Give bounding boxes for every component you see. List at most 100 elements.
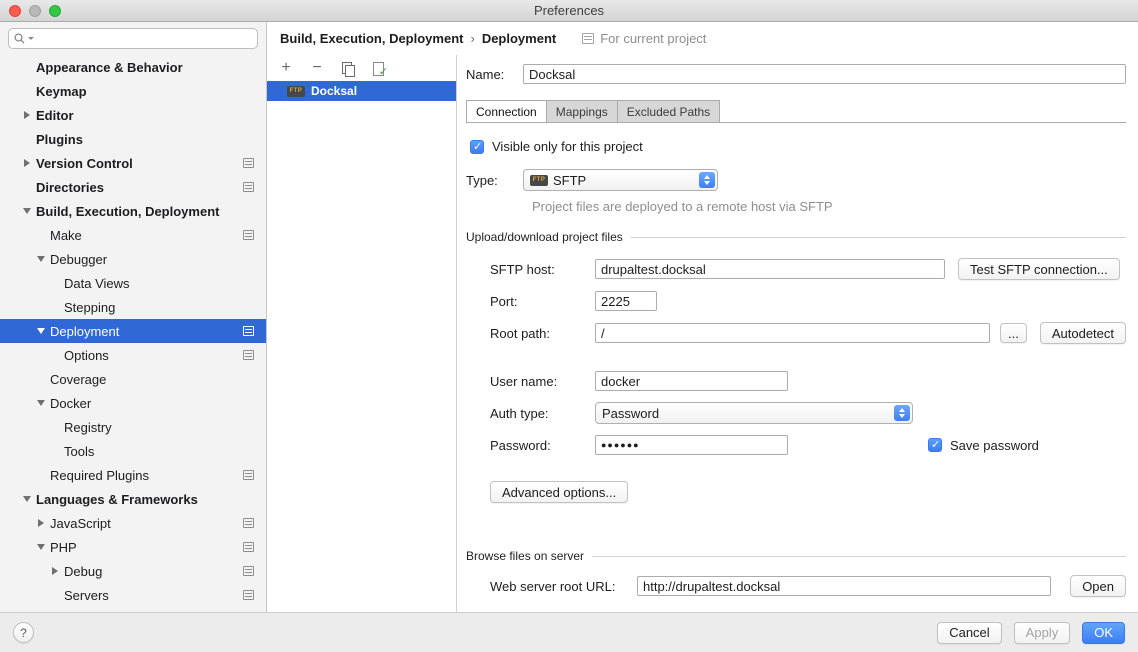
save-password-checkbox[interactable] <box>928 438 942 452</box>
sidebar-item-appearance-behavior[interactable]: Appearance & Behavior <box>0 55 266 79</box>
sidebar-item-plugins[interactable]: Plugins <box>0 127 266 151</box>
sidebar-item-registry[interactable]: Registry <box>0 415 266 439</box>
upload-section-header: Upload/download project files <box>466 230 1126 244</box>
open-button[interactable]: Open <box>1070 575 1126 597</box>
apply-button[interactable]: Apply <box>1014 622 1071 644</box>
sidebar-item-label: PHP <box>50 540 77 555</box>
sidebar-item-label: Plugins <box>36 132 83 147</box>
chevron-down-icon[interactable] <box>32 328 50 334</box>
dropdown-stepper-icon <box>894 405 910 421</box>
sidebar-item-editor[interactable]: Editor <box>0 103 266 127</box>
ok-button[interactable]: OK <box>1082 622 1125 644</box>
name-label: Name: <box>466 67 523 82</box>
chevron-down-icon[interactable] <box>18 208 36 214</box>
search-icon <box>14 33 25 44</box>
sidebar-item-version-control[interactable]: Version Control <box>0 151 266 175</box>
port-field[interactable] <box>595 291 657 311</box>
search-options-caret-icon[interactable] <box>28 37 34 40</box>
sidebar-item-label: Editor <box>36 108 74 123</box>
use-as-default-button[interactable] <box>370 59 388 77</box>
sidebar-item-debugger[interactable]: Debugger <box>0 247 266 271</box>
type-label: Type: <box>466 173 523 188</box>
current-project-label: For current project <box>600 31 706 46</box>
sidebar-item-data-views[interactable]: Data Views <box>0 271 266 295</box>
web-root-field[interactable] <box>637 576 1051 596</box>
user-name-field[interactable] <box>595 371 788 391</box>
sidebar-item-deployment[interactable]: Deployment <box>0 319 266 343</box>
zoom-window-button[interactable] <box>49 5 61 17</box>
remove-server-button[interactable]: − <box>308 59 326 77</box>
visible-only-checkbox[interactable] <box>470 140 484 154</box>
sidebar-item-label: Deployment <box>50 324 119 339</box>
user-name-label: User name: <box>490 374 595 389</box>
sidebar-item-php[interactable]: PHP <box>0 535 266 559</box>
sidebar-item-required-plugins[interactable]: Required Plugins <box>0 463 266 487</box>
sidebar-item-label: Make <box>50 228 82 243</box>
type-help-text: Project files are deployed to a remote h… <box>532 199 1126 214</box>
sidebar-item-servers[interactable]: Servers <box>0 583 266 607</box>
tab-excluded-paths[interactable]: Excluded Paths <box>617 100 720 122</box>
sidebar-item-label: Required Plugins <box>50 468 149 483</box>
project-settings-icon <box>243 326 254 336</box>
sftp-host-field[interactable] <box>595 259 945 279</box>
type-dropdown[interactable]: FTP SFTP <box>523 169 718 191</box>
sidebar-item-make[interactable]: Make <box>0 223 266 247</box>
chevron-down-icon[interactable] <box>32 544 50 550</box>
sidebar-item-label: Build, Execution, Deployment <box>36 204 219 219</box>
use-as-default-icon <box>373 62 385 75</box>
settings-search-box[interactable] <box>8 28 258 49</box>
sidebar-item-tools[interactable]: Tools <box>0 439 266 463</box>
sidebar-item-docker[interactable]: Docker <box>0 391 266 415</box>
sidebar-item-coverage[interactable]: Coverage <box>0 367 266 391</box>
password-label: Password: <box>490 438 595 453</box>
browse-root-path-button[interactable]: ... <box>1000 323 1027 343</box>
deployment-servers-panel: + − FTP Docksal <box>267 55 457 612</box>
chevron-down-icon[interactable] <box>32 256 50 262</box>
minimize-window-button[interactable] <box>29 5 41 17</box>
sftp-server-icon: FTP <box>287 86 305 97</box>
copy-server-button[interactable] <box>339 59 357 77</box>
auth-type-dropdown[interactable]: Password <box>595 402 913 424</box>
add-server-button[interactable]: + <box>277 59 295 77</box>
titlebar: Preferences <box>0 0 1138 22</box>
project-settings-icon <box>243 566 254 576</box>
chevron-right-icon[interactable] <box>32 519 50 527</box>
server-list: FTP Docksal <box>267 81 456 612</box>
test-sftp-connection-button[interactable]: Test SFTP connection... <box>958 258 1120 280</box>
chevron-down-icon[interactable] <box>18 496 36 502</box>
sidebar-item-build-execution-deployment[interactable]: Build, Execution, Deployment <box>0 199 266 223</box>
sidebar-item-stepping[interactable]: Stepping <box>0 295 266 319</box>
help-button[interactable]: ? <box>13 622 34 643</box>
close-window-button[interactable] <box>9 5 21 17</box>
sidebar-item-debug[interactable]: Debug <box>0 559 266 583</box>
search-input[interactable] <box>37 32 252 46</box>
cancel-button[interactable]: Cancel <box>937 622 1001 644</box>
sidebar-item-javascript[interactable]: JavaScript <box>0 511 266 535</box>
sidebar-item-label: Registry <box>64 420 112 435</box>
servers-toolbar: + − <box>267 55 456 81</box>
autodetect-button[interactable]: Autodetect <box>1040 322 1126 344</box>
browse-section-header: Browse files on server <box>466 549 1126 563</box>
sidebar-item-options[interactable]: Options <box>0 343 266 367</box>
project-settings-icon <box>243 470 254 480</box>
sidebar-item-directories[interactable]: Directories <box>0 175 266 199</box>
web-root-label: Web server root URL: <box>490 579 637 594</box>
root-path-field[interactable] <box>595 323 990 343</box>
chevron-right-icon[interactable] <box>18 111 36 119</box>
chevron-right-icon[interactable] <box>18 159 36 167</box>
sidebar-item-label: Options <box>64 348 109 363</box>
chevron-down-icon[interactable] <box>32 400 50 406</box>
advanced-options-button[interactable]: Advanced options... <box>490 481 628 503</box>
project-settings-icon <box>243 350 254 360</box>
chevron-right-icon[interactable] <box>46 567 64 575</box>
window-title: Preferences <box>534 3 604 18</box>
sidebar-item-languages-frameworks[interactable]: Languages & Frameworks <box>0 487 266 511</box>
copy-icon <box>342 62 354 75</box>
project-settings-icon <box>243 182 254 192</box>
tab-mappings[interactable]: Mappings <box>546 100 618 122</box>
sidebar-item-keymap[interactable]: Keymap <box>0 79 266 103</box>
password-field[interactable] <box>595 435 788 455</box>
tab-connection[interactable]: Connection <box>466 100 547 122</box>
server-list-item[interactable]: FTP Docksal <box>267 81 456 101</box>
name-field[interactable] <box>523 64 1126 84</box>
